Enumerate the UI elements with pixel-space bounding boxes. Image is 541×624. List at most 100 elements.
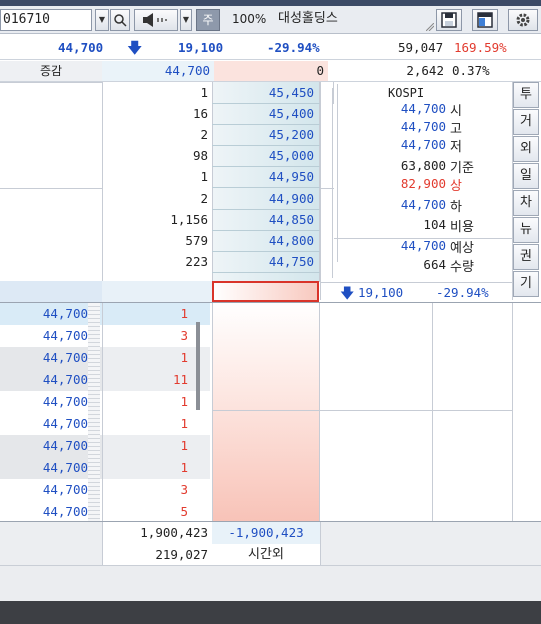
- change-row: 증감 44,700 0 2,642 0.37%: [0, 61, 541, 82]
- market-type-badge: 주: [196, 9, 220, 31]
- ask-price[interactable]: 45,450: [214, 83, 314, 103]
- info-label: 수량: [450, 260, 474, 275]
- trade-price: 44,700: [0, 347, 102, 369]
- trade-qty: 1: [180, 416, 188, 431]
- trade-price: 44,700: [42, 504, 88, 519]
- resize-grip-icon: [425, 20, 435, 34]
- trade-qty: 1: [102, 435, 210, 457]
- trade-qty: 1: [102, 457, 210, 479]
- trade-qty: 3: [180, 328, 188, 343]
- info-label: 고: [450, 122, 462, 137]
- ask-price[interactable]: 44,950: [214, 167, 314, 187]
- info-rate: -29.94%: [436, 285, 489, 300]
- after-hours-label: 시간외: [248, 547, 284, 562]
- side-tab[interactable]: 차: [513, 190, 539, 216]
- info-value: 44,700: [400, 197, 446, 212]
- side-tab[interactable]: 투: [513, 82, 539, 108]
- down-arrow-icon: 🡇: [340, 286, 355, 302]
- ask-price[interactable]: 45,200: [214, 125, 314, 145]
- grid-line: [432, 303, 433, 521]
- volume-strip: [88, 303, 100, 521]
- bid-depth-column: [212, 303, 320, 521]
- trade-volume: 59,047: [398, 40, 444, 55]
- side-tab[interactable]: 기: [513, 271, 539, 297]
- totals-right-blank: [320, 522, 541, 566]
- speaker-icon[interactable]: [134, 9, 178, 31]
- toolbar: 016710 ▼ ▼ 주 100% 대성홀딩스: [0, 6, 541, 34]
- grid-line: [102, 303, 103, 521]
- trade-qty: 11: [102, 369, 210, 391]
- change-label: 증감: [0, 61, 102, 81]
- grid-line: [212, 187, 320, 188]
- change-zero: 0: [214, 61, 328, 81]
- price-change: 19,100: [178, 40, 224, 55]
- grid-line: [212, 410, 320, 411]
- trade-qty: 1: [102, 303, 210, 325]
- save-icon[interactable]: [436, 9, 462, 31]
- info-value: 44,700: [400, 238, 446, 253]
- current-price-cell[interactable]: [212, 281, 319, 302]
- side-tab[interactable]: 뉴: [513, 217, 539, 243]
- trade-price: 44,700: [0, 303, 102, 325]
- current-row-left: [0, 281, 102, 302]
- trade-qty: 3: [180, 482, 188, 497]
- ask-price[interactable]: 45,000: [214, 146, 314, 166]
- trade-price: 44,700: [42, 394, 88, 409]
- ask-price[interactable]: 45,400: [214, 104, 314, 124]
- search-icon[interactable]: [110, 9, 130, 31]
- trade-price: 44,700: [0, 457, 102, 479]
- total-diff: -1,900,423: [212, 522, 320, 544]
- after-hours-qty: 219,027: [102, 544, 212, 566]
- ask-price[interactable]: 44,800: [214, 231, 314, 251]
- current-price: 44,700: [58, 40, 104, 55]
- totals-left-blank: [0, 522, 102, 566]
- change-price: 44,700: [102, 61, 214, 81]
- ask-qty: 1,156: [170, 212, 208, 227]
- info-value: 664: [423, 257, 446, 272]
- trade-price: 44,700: [42, 482, 88, 497]
- grid-line: [512, 82, 513, 300]
- down-arrow-icon: 🡇: [127, 39, 143, 57]
- ask-qty: 223: [185, 254, 208, 269]
- grid-line: [320, 188, 334, 189]
- side-tab[interactable]: 권: [513, 244, 539, 270]
- stock-name: 대성홀딩스: [278, 11, 338, 26]
- trade-price: 44,700: [42, 328, 88, 343]
- ask-qty: 2: [200, 127, 208, 142]
- grid-line: [512, 303, 513, 521]
- side-tab[interactable]: 일: [513, 163, 539, 189]
- change-value: 2,642: [406, 63, 444, 78]
- ask-qty: 98: [192, 148, 208, 163]
- trade-qty: 1: [180, 394, 188, 409]
- info-value: 82,900: [400, 176, 446, 191]
- current-row-qty-bg: [102, 281, 212, 302]
- scrollbar-thumb[interactable]: [196, 322, 200, 410]
- stock-code-input[interactable]: 016710: [0, 9, 92, 31]
- ask-price[interactable]: 44,900: [214, 189, 314, 209]
- code-dropdown-button[interactable]: ▼: [95, 9, 109, 31]
- info-value: 44,700: [400, 137, 446, 152]
- trade-price: 44,700: [42, 416, 88, 431]
- info-label: 비용: [450, 220, 474, 235]
- zoom-level: 100%: [232, 12, 267, 26]
- price-summary-row: 44,700 🡇 19,100 -29.94% 59,047 169.59%: [0, 36, 541, 60]
- trade-price: 44,700: [0, 435, 102, 457]
- settings-gear-icon[interactable]: [508, 9, 538, 31]
- layout-icon[interactable]: [472, 9, 498, 31]
- speaker-dropdown-button[interactable]: ▼: [180, 9, 192, 31]
- total-qty: 1,900,423: [102, 522, 212, 544]
- ask-qty: 16: [192, 106, 208, 121]
- footer-panel: [0, 565, 541, 601]
- market-label: KOSPI: [388, 86, 425, 100]
- info-label: 상: [450, 179, 462, 194]
- info-label: 저: [450, 140, 462, 155]
- trade-qty: 5: [180, 504, 188, 519]
- volume-ratio: 169.59%: [454, 40, 507, 55]
- ask-price[interactable]: 44,850: [214, 210, 314, 230]
- info-change: 19,100: [358, 285, 404, 300]
- side-tab[interactable]: 거: [513, 109, 539, 135]
- side-tab[interactable]: 외: [513, 136, 539, 162]
- ask-price[interactable]: 44,750: [214, 252, 314, 272]
- ask-qty: 1: [200, 169, 208, 184]
- info-value: 44,700: [400, 119, 446, 134]
